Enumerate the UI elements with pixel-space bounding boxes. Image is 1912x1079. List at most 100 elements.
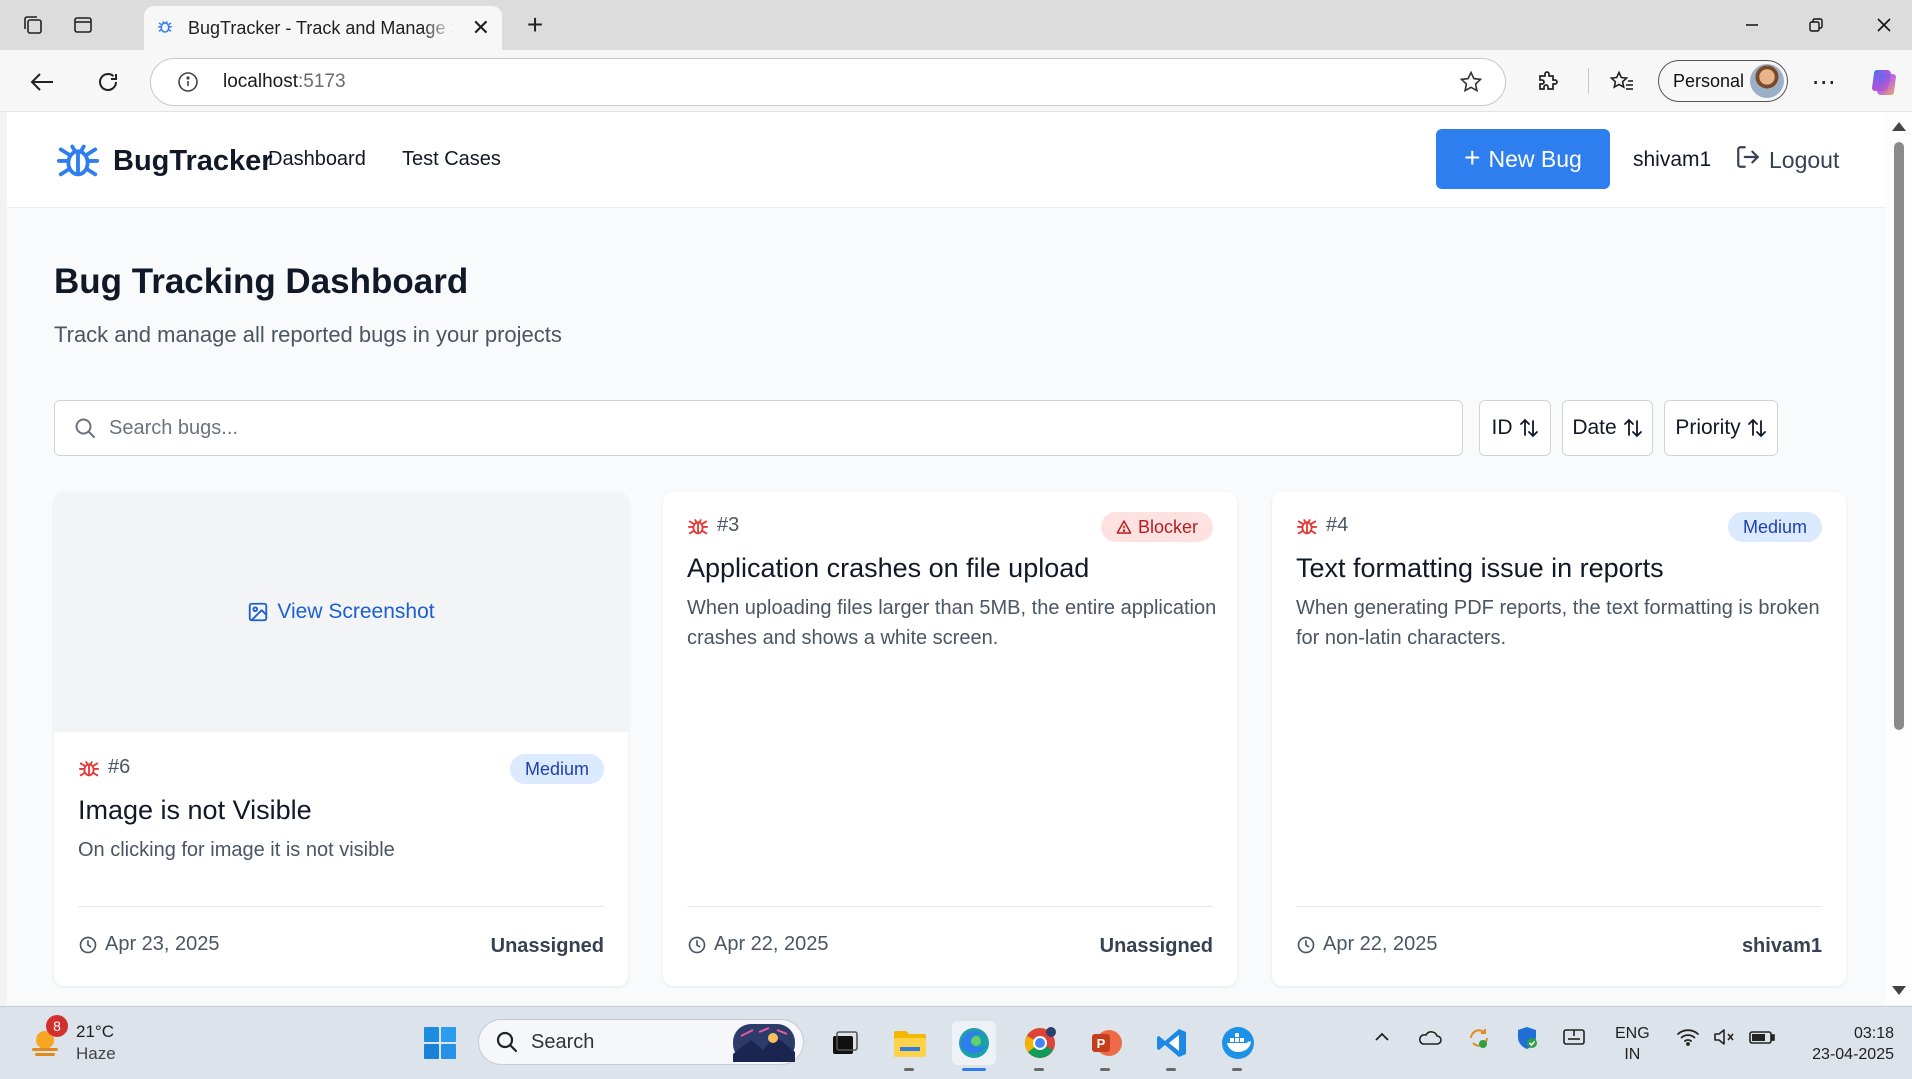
priority-badge: Blocker	[1100, 512, 1213, 542]
nav-test-cases[interactable]: Test Cases	[402, 148, 501, 171]
more-menu-icon[interactable]: ⋯	[1806, 64, 1842, 100]
search-box	[54, 400, 1463, 456]
bug-icon	[78, 760, 100, 776]
temperature: 21°C	[76, 1022, 114, 1041]
wifi-icon[interactable]	[1676, 1027, 1700, 1052]
site-info-icon[interactable]	[177, 71, 199, 98]
sort-arrows-icon	[1519, 418, 1538, 438]
vertical-tabs-icon[interactable]	[68, 10, 98, 40]
bug-assignee: Unassigned	[490, 935, 604, 957]
battery-icon[interactable]	[1748, 1027, 1776, 1052]
priority-badge: Medium	[509, 754, 604, 784]
language-code: ENG	[1615, 1025, 1650, 1042]
url-text: localhost:5173	[223, 71, 346, 92]
bug-id-row: #3	[687, 514, 739, 537]
touch-keyboard-icon[interactable]	[1562, 1027, 1586, 1052]
tray-overflow-icon[interactable]	[1372, 1027, 1392, 1052]
favorite-star-icon[interactable]	[1459, 70, 1483, 99]
reload-icon[interactable]	[90, 64, 126, 100]
bug-card[interactable]: View Screenshot #6 Medium Image is not V…	[54, 492, 628, 986]
bug-title: Text formatting issue in reports	[1296, 553, 1664, 583]
weather-text: 21°C Haze	[76, 1021, 116, 1065]
scroll-down-icon[interactable]	[1892, 986, 1906, 995]
page-subtitle: Track and manage all reported bugs in yo…	[54, 322, 562, 347]
bug-logo-icon	[55, 136, 101, 187]
page-content: BugTracker Dashboard Test Cases + New Bu…	[7, 112, 1886, 1005]
close-window-icon[interactable]	[1864, 10, 1904, 40]
sort-date-button[interactable]: Date	[1562, 400, 1653, 456]
sort-date-label: Date	[1572, 416, 1617, 439]
address-bar[interactable]: localhost:5173	[150, 58, 1506, 106]
weather-notification-badge: 8	[46, 1015, 68, 1037]
running-indicator	[1100, 1068, 1110, 1071]
start-icon[interactable]	[418, 1021, 462, 1065]
volume-muted-icon[interactable]	[1712, 1027, 1736, 1052]
chrome-icon[interactable]	[1018, 1021, 1062, 1071]
warning-icon	[1116, 520, 1132, 534]
system-clock[interactable]: 03:18 23-04-2025	[1800, 1023, 1894, 1065]
browser-toolbar: localhost:5173 Personal ⋯	[0, 50, 1912, 112]
bug-assignee: Unassigned	[1099, 935, 1213, 957]
priority-label: Blocker	[1137, 516, 1198, 537]
back-icon[interactable]	[24, 64, 60, 100]
favorites-icon[interactable]	[1604, 64, 1640, 100]
vscode-icon[interactable]	[1150, 1021, 1194, 1071]
profile-avatar	[1750, 64, 1784, 98]
page-scrollbar[interactable]	[1886, 112, 1912, 1005]
nav-dashboard[interactable]: Dashboard	[268, 148, 366, 171]
card-divider	[1296, 906, 1822, 907]
bug-description: When generating PDF reports, the text fo…	[1296, 597, 1820, 649]
language-indicator[interactable]: ENG IN	[1615, 1023, 1650, 1065]
running-indicator	[904, 1068, 914, 1071]
docker-icon[interactable]	[1216, 1021, 1260, 1071]
sort-priority-button[interactable]: Priority	[1664, 400, 1778, 456]
new-bug-button[interactable]: + New Bug	[1436, 129, 1610, 189]
bug-card[interactable]: #4 Medium Text formatting issue in repor…	[1272, 492, 1846, 986]
tab-title: BugTracker - Track and Manage Software B…	[188, 17, 454, 38]
security-shield-icon[interactable]	[1514, 1025, 1540, 1056]
copilot-icon[interactable]	[1866, 64, 1902, 100]
search-input[interactable]	[109, 416, 1409, 440]
weather-widget[interactable]: 8 21°C Haze	[28, 1015, 116, 1065]
priority-badge: Medium	[1727, 512, 1822, 542]
bug-date-text: Apr 22, 2025	[714, 933, 829, 955]
bug-title: Application crashes on file upload	[687, 553, 1090, 583]
restore-icon[interactable]	[1796, 10, 1836, 40]
clock-time: 03:18	[1853, 1025, 1894, 1042]
taskbar-search-label: Search	[531, 1030, 595, 1053]
card-divider	[78, 906, 604, 907]
sort-id-button[interactable]: ID	[1479, 400, 1551, 456]
taskbar-search[interactable]: Search	[478, 1019, 804, 1065]
bug-id: #4	[1326, 514, 1349, 536]
bug-card[interactable]: #3 Blocker Application crashes on file u…	[663, 492, 1237, 986]
brand-logo[interactable]: BugTracker	[55, 136, 273, 187]
card-divider	[687, 906, 1213, 907]
tab-close-icon[interactable]: ✕	[472, 15, 490, 41]
bug-date-text: Apr 22, 2025	[1323, 933, 1438, 955]
view-screenshot-button[interactable]: View Screenshot	[54, 492, 628, 732]
bug-favicon-icon	[156, 17, 174, 40]
scroll-up-icon[interactable]	[1892, 122, 1906, 131]
sync-icon[interactable]	[1466, 1025, 1492, 1056]
task-view-icon[interactable]	[822, 1021, 866, 1065]
bug-id: #3	[717, 514, 740, 536]
sort-priority-label: Priority	[1675, 416, 1741, 439]
active-tab[interactable]: BugTracker - Track and Manage Software B…	[144, 6, 502, 50]
search-icon	[73, 416, 97, 440]
edge-browser-icon[interactable]	[952, 1021, 996, 1071]
browser-tab-bar: BugTracker - Track and Manage Software B…	[0, 0, 1912, 50]
logout-button[interactable]: Logout	[1735, 144, 1839, 176]
new-tab-icon[interactable]: +	[520, 9, 550, 40]
svg-text:P: P	[1097, 1036, 1106, 1051]
clock-date: 23-04-2025	[1812, 1046, 1894, 1063]
onedrive-icon[interactable]	[1416, 1027, 1442, 1052]
profile-button[interactable]: Personal	[1658, 60, 1788, 102]
view-screenshot-label: View Screenshot	[277, 600, 435, 623]
scroll-thumb[interactable]	[1894, 142, 1904, 730]
file-explorer-icon[interactable]	[888, 1021, 932, 1071]
extensions-icon[interactable]	[1530, 64, 1566, 100]
sort-id-label: ID	[1491, 416, 1513, 439]
workspaces-icon[interactable]	[18, 10, 48, 40]
minimize-icon[interactable]	[1732, 10, 1772, 40]
powerpoint-icon[interactable]: P	[1084, 1021, 1128, 1071]
